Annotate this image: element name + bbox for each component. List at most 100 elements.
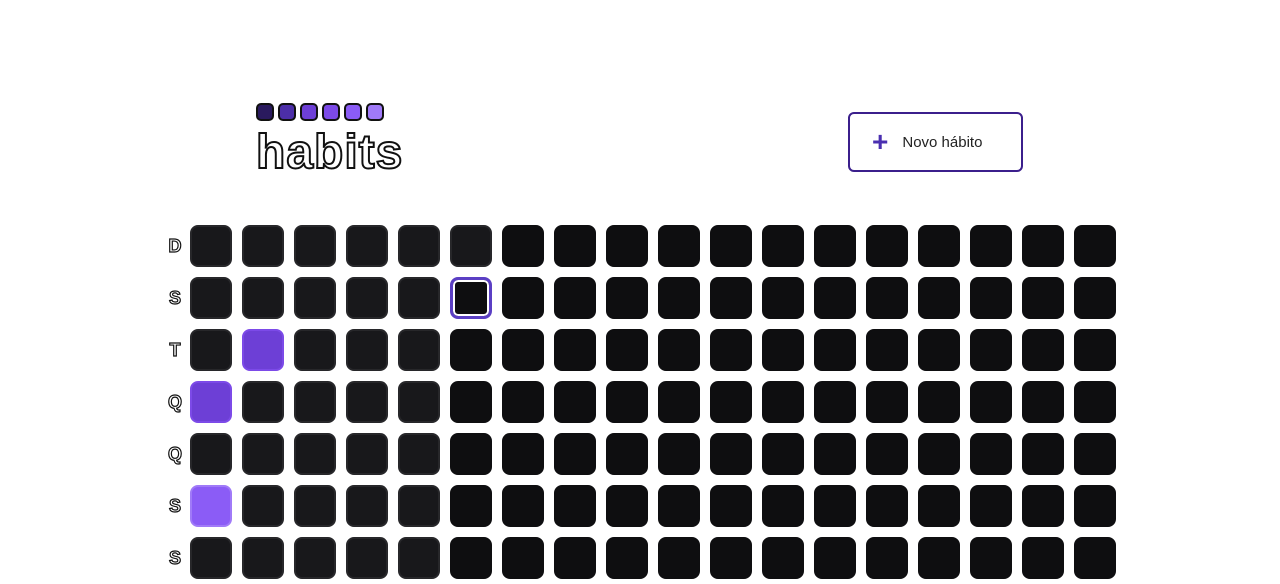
habit-day-cell[interactable] [554,537,596,579]
habit-day-cell[interactable] [1022,537,1064,579]
habit-day-cell[interactable] [346,485,388,527]
habit-day-cell[interactable] [554,225,596,267]
habit-day-cell[interactable] [762,433,804,475]
habit-day-cell[interactable] [814,381,856,423]
habit-day-cell[interactable] [1022,433,1064,475]
habit-day-cell[interactable] [398,537,440,579]
habit-day-cell[interactable] [866,433,908,475]
habit-day-cell[interactable] [606,225,648,267]
habit-day-cell[interactable] [1022,381,1064,423]
habit-day-cell[interactable] [294,329,336,371]
habit-day-cell[interactable] [398,485,440,527]
habit-day-cell[interactable] [918,329,960,371]
habit-day-cell[interactable] [242,485,284,527]
habit-day-cell[interactable] [762,485,804,527]
habit-day-cell[interactable] [554,433,596,475]
habit-day-cell[interactable] [814,433,856,475]
habit-day-cell[interactable] [242,329,284,371]
habit-day-cell[interactable] [346,329,388,371]
habit-day-cell[interactable] [398,225,440,267]
habit-day-cell[interactable] [814,329,856,371]
habit-day-cell[interactable] [866,277,908,319]
habit-day-cell[interactable] [970,277,1012,319]
habit-day-cell[interactable] [1074,537,1116,579]
habit-day-cell[interactable] [346,537,388,579]
habit-day-cell[interactable] [658,537,700,579]
habit-day-cell[interactable] [970,225,1012,267]
habit-day-cell[interactable] [970,537,1012,579]
habit-day-cell[interactable] [190,225,232,267]
habit-day-cell[interactable] [242,433,284,475]
habit-day-cell[interactable] [710,225,752,267]
habit-day-cell[interactable] [866,329,908,371]
habit-day-cell[interactable] [1022,277,1064,319]
habit-day-cell[interactable] [1022,225,1064,267]
habit-day-cell[interactable] [1074,381,1116,423]
habit-day-cell[interactable] [918,433,960,475]
habit-day-cell[interactable] [970,381,1012,423]
habit-day-cell[interactable] [918,225,960,267]
habit-day-cell[interactable] [1022,485,1064,527]
habit-day-cell[interactable] [190,485,232,527]
habit-day-cell[interactable] [398,329,440,371]
habit-day-cell[interactable] [710,537,752,579]
habit-day-cell[interactable] [450,537,492,579]
habit-day-cell[interactable] [970,433,1012,475]
habit-day-cell[interactable] [866,537,908,579]
habit-day-cell[interactable] [970,485,1012,527]
habit-day-cell[interactable] [450,433,492,475]
habit-day-cell[interactable] [502,485,544,527]
habit-day-cell[interactable] [918,537,960,579]
habit-day-cell[interactable] [554,329,596,371]
habit-day-cell[interactable] [814,277,856,319]
habit-day-cell[interactable] [554,381,596,423]
habit-day-cell[interactable] [866,485,908,527]
habit-day-cell[interactable] [1022,329,1064,371]
habit-day-cell[interactable] [710,329,752,371]
habit-day-cell[interactable] [346,381,388,423]
habit-day-cell[interactable] [450,277,492,319]
habit-day-cell[interactable] [502,433,544,475]
habit-day-cell[interactable] [450,485,492,527]
habit-day-cell[interactable] [294,381,336,423]
habit-day-cell[interactable] [762,225,804,267]
habit-day-cell[interactable] [294,485,336,527]
habit-day-cell[interactable] [710,381,752,423]
habit-day-cell[interactable] [242,537,284,579]
habit-day-cell[interactable] [242,381,284,423]
habit-day-cell[interactable] [606,381,648,423]
habit-day-cell[interactable] [658,225,700,267]
habit-day-cell[interactable] [450,329,492,371]
habit-day-cell[interactable] [918,485,960,527]
habit-day-cell[interactable] [658,277,700,319]
habit-day-cell[interactable] [762,537,804,579]
habit-day-cell[interactable] [606,537,648,579]
habit-day-cell[interactable] [502,537,544,579]
new-habit-button[interactable]: + Novo hábito [848,112,1023,172]
habit-day-cell[interactable] [190,277,232,319]
habit-day-cell[interactable] [658,433,700,475]
habit-day-cell[interactable] [294,277,336,319]
habit-day-cell[interactable] [502,381,544,423]
habit-day-cell[interactable] [970,329,1012,371]
habit-day-cell[interactable] [502,329,544,371]
habit-day-cell[interactable] [1074,485,1116,527]
habit-day-cell[interactable] [502,225,544,267]
habit-day-cell[interactable] [1074,433,1116,475]
habit-day-cell[interactable] [814,537,856,579]
habit-day-cell[interactable] [866,381,908,423]
habit-day-cell[interactable] [450,381,492,423]
habit-day-cell[interactable] [398,433,440,475]
habit-day-cell[interactable] [658,485,700,527]
habit-day-cell[interactable] [294,225,336,267]
habit-day-cell[interactable] [710,485,752,527]
habit-day-cell[interactable] [866,225,908,267]
habit-day-cell[interactable] [918,277,960,319]
habit-day-cell[interactable] [502,277,544,319]
habit-day-cell[interactable] [710,433,752,475]
habit-day-cell[interactable] [190,537,232,579]
habit-day-cell[interactable] [554,277,596,319]
habit-day-cell[interactable] [1074,225,1116,267]
habit-day-cell[interactable] [710,277,752,319]
habit-day-cell[interactable] [762,277,804,319]
